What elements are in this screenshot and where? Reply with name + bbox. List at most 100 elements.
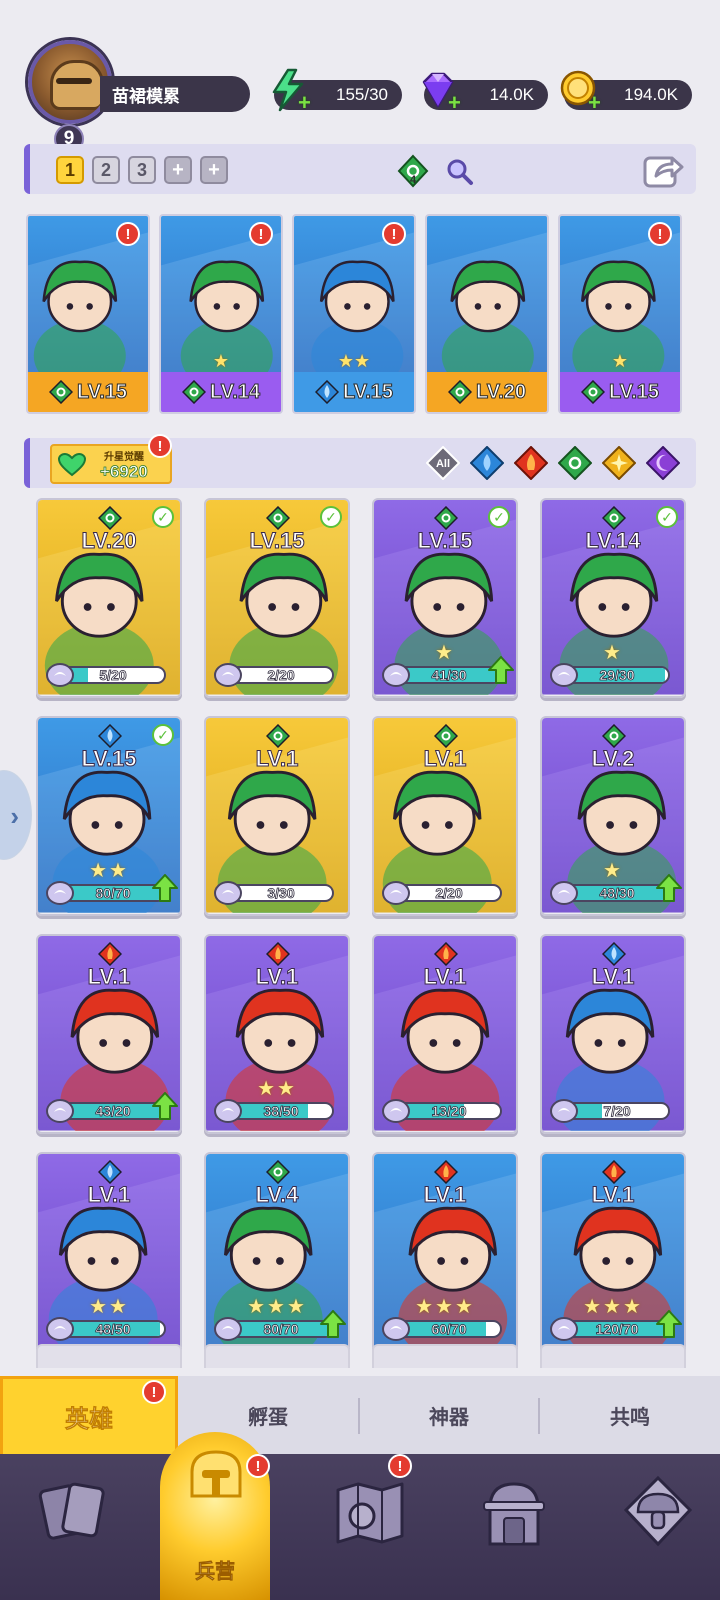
fire-element-icon	[98, 942, 122, 966]
add-team-icon[interactable]: +	[164, 156, 192, 184]
hero-level: LV.1	[423, 746, 467, 772]
hero-level: LV.1	[423, 1182, 467, 1208]
gem-counter[interactable]: + 14.0K	[422, 72, 548, 114]
hero-card[interactable]: LV.1 ★★★ 120/70	[540, 1152, 686, 1352]
shard-progress-bar: 7/20	[550, 1098, 676, 1124]
team-member-stars: ★	[611, 351, 629, 371]
coin-counter[interactable]: + 194.0K	[560, 70, 692, 114]
hero-card[interactable]: LV.1 13/20	[372, 934, 518, 1134]
hero-level: LV.1	[87, 1182, 131, 1208]
nature-element-icon	[602, 506, 626, 530]
nav-cards[interactable]	[0, 1454, 144, 1600]
share-icon[interactable]	[642, 150, 686, 190]
hero-card[interactable]: LV.20 ✓ 5/20	[36, 498, 182, 698]
nature-element-icon	[266, 1160, 290, 1184]
team-member-card[interactable]: LV.15 ★★!	[292, 214, 416, 414]
filter-light-icon[interactable]	[602, 446, 636, 480]
gem-value: 14.0K	[489, 85, 534, 104]
shard-count: 5/20	[99, 667, 127, 684]
shard-progress-bar: 29/30	[550, 662, 676, 688]
hero-level: LV.15	[249, 528, 305, 554]
map-alert-icon: !	[388, 1454, 412, 1478]
team-member-alert-icon: !	[648, 222, 672, 246]
hero-card[interactable]: LV.1 3/30	[204, 716, 350, 916]
filter-fire-icon[interactable]	[514, 446, 548, 480]
hero-level: LV.1	[423, 964, 467, 990]
side-drawer-handle[interactable]: ›	[0, 770, 32, 860]
team-slot-3[interactable]: 3	[128, 156, 156, 184]
shard-progress-bar: 43/20	[46, 1092, 178, 1124]
nav-guild[interactable]	[584, 1454, 720, 1600]
hero-card[interactable]: LV.15 ✓ ★ 41/30	[372, 498, 518, 698]
in-team-check-icon: ✓	[320, 506, 342, 528]
upgrade-arrow-icon[interactable]	[656, 874, 682, 902]
shard-count: 2/20	[435, 885, 463, 902]
hero-card[interactable]: LV.1 2/20	[372, 716, 518, 916]
shard-icon	[214, 880, 242, 906]
team-member-card[interactable]: LV.20	[425, 214, 549, 414]
tab-resonance[interactable]: 共鸣	[540, 1376, 720, 1454]
shard-progress-bar: 5/20	[46, 662, 172, 688]
add-energy-icon[interactable]: +	[298, 92, 316, 114]
nature-element-icon	[434, 506, 458, 530]
hero-level: LV.14	[585, 528, 641, 554]
team-bar: 1 2 3 + + 4	[24, 144, 696, 194]
hero-card[interactable]: LV.1 ★★★ 60/70	[372, 1152, 518, 1352]
nav-map[interactable]	[296, 1454, 440, 1600]
energy-value: 155/30	[336, 85, 388, 104]
shard-count: 80/70	[263, 1321, 299, 1338]
team-slot-1[interactable]: 1	[56, 156, 84, 184]
hero-card[interactable]: LV.4 ★★★ 80/70	[204, 1152, 350, 1352]
add-team-icon[interactable]: +	[200, 156, 228, 184]
shard-icon	[214, 1098, 242, 1124]
team-element-count: 4	[410, 174, 417, 186]
tab-artifact[interactable]: 神器	[360, 1376, 538, 1454]
team-slot-2[interactable]: 2	[92, 156, 120, 184]
add-gem-icon[interactable]: +	[448, 92, 466, 114]
shard-icon	[214, 1316, 242, 1342]
nature-element-icon	[266, 724, 290, 748]
player-name[interactable]: 苗裙模累	[100, 76, 250, 112]
hero-level: LV.1	[255, 964, 299, 990]
team-member-level-band: LV.15	[294, 372, 414, 412]
team-member-card[interactable]: LV.14 ★!	[159, 214, 283, 414]
in-team-check-icon: ✓	[656, 506, 678, 528]
search-icon[interactable]	[444, 156, 474, 186]
team-member-card[interactable]: LV.15 ★!	[558, 214, 682, 414]
hero-card[interactable]: LV.14 ✓ ★ 29/30	[540, 498, 686, 698]
map-icon	[336, 1482, 404, 1544]
team-member-level: LV.15	[76, 380, 128, 403]
hero-card[interactable]: LV.1 7/20	[540, 934, 686, 1134]
hero-card[interactable]: LV.1 ★★ 38/50	[204, 934, 350, 1134]
upgrade-arrow-icon[interactable]	[488, 656, 514, 684]
shard-count: 43/20	[95, 1103, 131, 1120]
nav-temple[interactable]	[440, 1454, 584, 1600]
hero-card-partial	[36, 1344, 182, 1368]
water-element-icon	[314, 380, 339, 404]
hero-card[interactable]: LV.15 ✓ ★★ 80/70	[36, 716, 182, 916]
filter-dark-icon[interactable]	[646, 446, 680, 480]
in-team-check-icon: ✓	[152, 506, 174, 528]
hero-card[interactable]: LV.15 ✓ 2/20	[204, 498, 350, 698]
upgrade-arrow-icon[interactable]	[320, 1310, 346, 1338]
shard-icon	[46, 662, 74, 688]
hero-card[interactable]: LV.1 ★★ 48/50	[36, 1152, 182, 1352]
shard-icon	[382, 1098, 410, 1124]
filter-all-icon[interactable]: All	[426, 446, 460, 480]
team-member-level: LV.15	[608, 380, 660, 403]
team-member-level-band: LV.15	[28, 372, 148, 412]
hero-card[interactable]: LV.2 ★ 48/30	[540, 716, 686, 916]
coin-value: 194.0K	[624, 85, 678, 104]
upgrade-arrow-icon[interactable]	[152, 874, 178, 902]
upgrade-arrow-icon[interactable]	[656, 1310, 682, 1338]
hero-card[interactable]: LV.1 43/20	[36, 934, 182, 1134]
shard-progress-bar: 48/50	[46, 1316, 172, 1342]
filter-water-icon[interactable]	[470, 446, 504, 480]
filter-nature-icon[interactable]	[558, 446, 592, 480]
energy-counter[interactable]: + 155/30	[272, 68, 402, 114]
team-member-card[interactable]: LV.15!	[26, 214, 150, 414]
mushroom-icon	[623, 1475, 693, 1547]
filter-all-label: All	[436, 458, 450, 470]
add-coin-icon[interactable]: +	[588, 92, 606, 114]
upgrade-arrow-icon[interactable]	[152, 1092, 178, 1120]
